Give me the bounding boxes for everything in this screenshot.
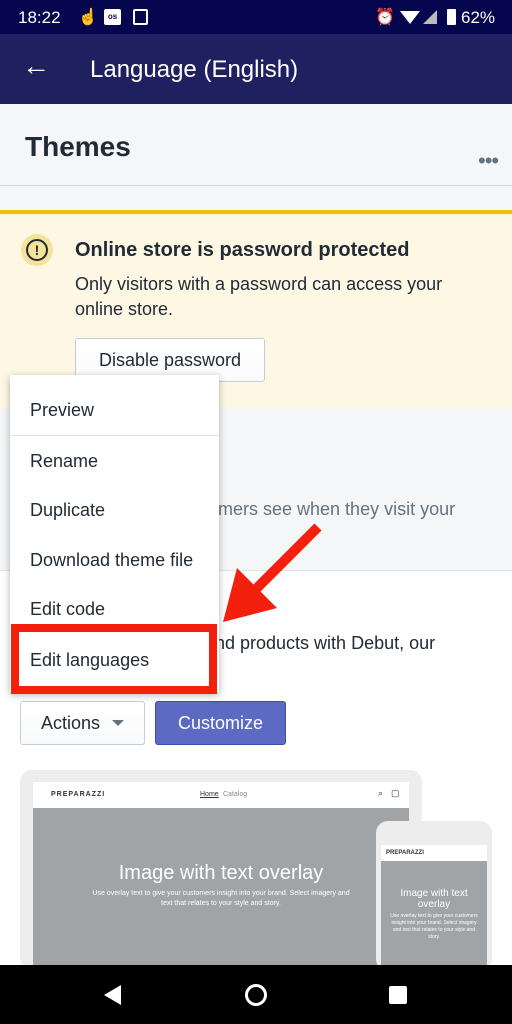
battery-level: 62% (461, 8, 496, 27)
app-bar: ← Language (English) (0, 34, 512, 104)
menu-item-preview[interactable]: Preview (30, 400, 94, 421)
nav-bar (0, 965, 512, 1024)
mobile-preview-subtext: Use overlay text to give your customers … (390, 913, 478, 940)
mobile-preview-heading: Image with text overlay (400, 888, 468, 910)
cart-icon: ▢ (391, 788, 400, 798)
recents-icon[interactable] (389, 986, 407, 1004)
search-icon: ⌕ (378, 788, 384, 798)
wifi-icon (400, 11, 420, 24)
menu-item-rename[interactable]: Rename (30, 451, 98, 472)
preview-header: PREPARAZZI Home Catalog ⌕ ▢ (33, 782, 409, 808)
preview-subtext: Use overlay text to give your customers … (92, 890, 350, 907)
caret-down-icon (112, 720, 125, 726)
maps-icon (133, 9, 148, 25)
app-title: Language (English) (90, 56, 299, 83)
theme-description: nd products with Debut, our (215, 633, 436, 653)
preview-hero: Image with text overlay Use overlay text… (33, 808, 409, 970)
preview-nav-home: Home (200, 791, 219, 798)
preview-nav-catalog: Catalog (223, 791, 248, 798)
page-title: Themes (25, 131, 131, 162)
actions-button[interactable]: Actions (20, 701, 145, 745)
more-icon[interactable]: ••• (478, 148, 499, 174)
home-icon[interactable] (245, 984, 267, 1006)
menu-item-duplicate[interactable]: Duplicate (30, 500, 105, 521)
os-icon: os (104, 9, 121, 25)
battery-icon (447, 9, 456, 25)
customize-button[interactable]: Customize (155, 701, 286, 745)
mobile-preview: PREPARAZZI Image with text overlay Use o… (376, 821, 492, 971)
menu-item-edit-code[interactable]: Edit code (30, 599, 105, 620)
desktop-preview: PREPARAZZI Home Catalog ⌕ ▢ Image with t… (20, 770, 422, 970)
banner-title: Online store is password protected (75, 239, 410, 261)
banner-body: Only visitors with a password can access… (75, 274, 443, 319)
warning-icon: ! (21, 234, 53, 266)
highlight-box (11, 624, 217, 694)
back-arrow-icon[interactable]: ← (22, 52, 50, 80)
actions-label: Actions (40, 712, 101, 733)
back-icon[interactable] (104, 985, 121, 1005)
signal-icon (423, 10, 437, 24)
mobile-preview-hero: Image with text overlay Use overlay text… (381, 861, 487, 971)
preview-heading: Image with text overlay (118, 862, 324, 884)
mobile-preview-brand: PREPARAZZI (381, 845, 487, 861)
status-bar: 18:22 ☝ os ⏰ 62% (0, 0, 512, 34)
page-header: Themes ••• (0, 104, 512, 186)
menu-item-download-theme[interactable]: Download theme file (30, 550, 193, 571)
preview-brand: PREPARAZZI (51, 791, 106, 798)
section-text: mers see when they visit your (218, 499, 456, 519)
alarm-icon: ⏰ (375, 9, 395, 26)
red-arrow-icon (223, 523, 322, 622)
menu-divider (10, 435, 219, 436)
touch-icon: ☝ (78, 9, 98, 26)
clock: 18:22 (18, 8, 61, 27)
